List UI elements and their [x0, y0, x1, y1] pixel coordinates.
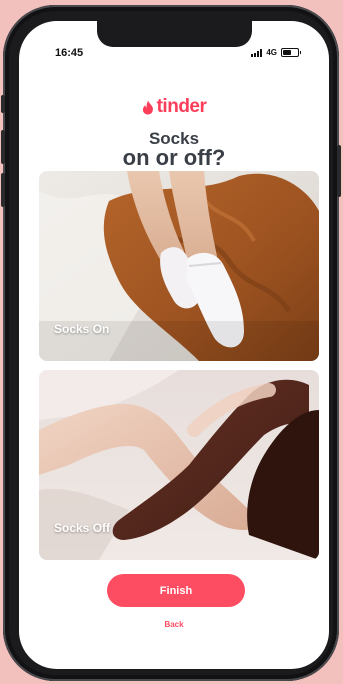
- volume-down-button: [1, 173, 5, 207]
- notch: [97, 21, 252, 47]
- brand-name: tinder: [156, 96, 207, 117]
- network-type: 4G: [266, 48, 277, 57]
- status-indicators: 4G: [251, 48, 301, 57]
- flame-icon: [142, 100, 153, 114]
- silent-switch: [1, 95, 5, 113]
- phone-frame: 16:45 4G tinder Socks on or off? Socks O…: [1, 5, 341, 681]
- finish-button[interactable]: Finish: [107, 574, 245, 607]
- option-card-socks-off[interactable]: Socks Off: [39, 370, 319, 560]
- brand-logo: tinder: [19, 96, 329, 118]
- volume-up-button: [1, 130, 5, 164]
- battery-fill: [283, 50, 292, 55]
- back-link[interactable]: Back: [19, 620, 329, 629]
- option-label: Socks On: [54, 322, 110, 336]
- option-card-socks-on[interactable]: Socks On: [39, 171, 319, 361]
- option-label: Socks Off: [54, 521, 111, 535]
- signal-icon: [251, 48, 263, 57]
- battery-icon: [281, 48, 301, 57]
- question-line-2: on or off?: [122, 145, 226, 170]
- screen: 16:45 4G tinder Socks on or off? Socks O…: [19, 21, 329, 669]
- status-time: 16:45: [55, 47, 84, 59]
- power-button: [337, 145, 341, 197]
